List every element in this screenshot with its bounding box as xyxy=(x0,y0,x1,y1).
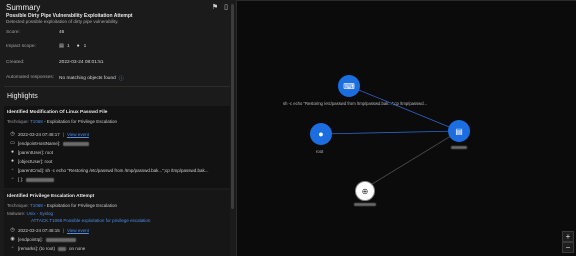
technique-link[interactable]: T1068 xyxy=(30,203,43,208)
view-event-link[interactable]: View event xyxy=(67,228,89,233)
endpoint-ip-row: ◉ [endpointIp]: xyxy=(10,237,76,242)
event-time-row: ◷ 2022-03-24 07:48:15 | View event xyxy=(10,227,89,234)
separator: | xyxy=(62,132,64,137)
remarks-label: [remarks]: (to root) xyxy=(18,246,56,251)
flag-icon[interactable]: ⚑ xyxy=(212,4,218,12)
technique-line: Technique: T1068 - Exploitation for Priv… xyxy=(7,119,117,124)
zoom-in-button[interactable]: + xyxy=(562,231,574,242)
parent-user-value: [parentUser]: root xyxy=(18,150,54,155)
zoom-out-button[interactable]: − xyxy=(562,242,574,253)
panel-scrollbar[interactable] xyxy=(231,4,234,209)
globe-icon: ◉ xyxy=(10,236,15,242)
parent-cmd-value: [parentCmd]: sh -c echo "Restoring /etc/… xyxy=(18,168,209,173)
score-value: 46 xyxy=(59,30,65,35)
highlight-card: Identified Privilege Escalation Attempt … xyxy=(4,190,230,256)
user-icon: ● xyxy=(318,129,324,139)
technique-link[interactable]: T1068 xyxy=(30,119,43,124)
endpoint-icon: ▤ xyxy=(59,43,64,49)
highlights-heading: Highlights xyxy=(7,93,38,100)
created-label: Created: xyxy=(6,60,25,65)
parent-cmd-row: ▫ [parentCmd]: sh -c echo "Restoring /et… xyxy=(10,167,209,174)
technique-label: Technique: xyxy=(7,119,29,124)
terminal-icon: ▫ xyxy=(11,167,14,173)
header-icons: ⚑ ▯ xyxy=(212,4,228,12)
endpoint-ip-label: [endpointIp]: xyxy=(18,237,43,242)
clock-icon: ◷ xyxy=(10,131,15,137)
graph-canvas[interactable] xyxy=(237,0,576,256)
event-time: 2022-03-24 07:48:15 xyxy=(18,228,60,233)
object-user-value: [objectUser]: root xyxy=(18,159,53,164)
user-icon: ● xyxy=(10,158,15,164)
highlight-title: Identified Privilege Escalation Attempt xyxy=(7,194,95,199)
responses-text: No matching objects found xyxy=(59,76,116,81)
process-node-label: sh -c echo "Restoring /etc/passwd from /… xyxy=(283,101,428,106)
malware-detail: ATTACK.T1068 Possible exploitation for p… xyxy=(31,218,150,223)
malware-detail-link[interactable]: ATTACK.T1068 Possible exploitation for p… xyxy=(31,218,150,223)
redacted-value xyxy=(26,177,55,182)
malware-label: Malware: xyxy=(7,211,26,216)
ip-node[interactable]: ⊕ xyxy=(355,181,375,201)
technique-name: - Exploitation for Privilege Escalation xyxy=(42,119,118,124)
endpoint-hostname-row: ▭ [endpointHostName]: xyxy=(10,140,90,146)
malware-link[interactable]: Unix - Syslog xyxy=(27,211,54,216)
object-user-row: ● [objectUser]: root xyxy=(10,158,53,165)
user-node[interactable]: ● xyxy=(310,123,332,145)
impact-scope-label: Impact scope: xyxy=(6,44,36,49)
user-icon: ● xyxy=(10,149,15,155)
created-value: 2022-03-24 08:01:51 xyxy=(59,60,104,65)
process-node[interactable]: ⌨ xyxy=(338,75,360,97)
automated-responses-value: No matching objects found ⓘ xyxy=(59,75,124,82)
highlight-card: Identified Modification Of Linux Passwd … xyxy=(4,106,230,188)
endpoint-icon: ▤ xyxy=(455,126,463,136)
terminal-icon: ⌨ xyxy=(343,81,355,91)
impact-scope-value: ▤ 1 ● 1 xyxy=(59,43,87,50)
automated-responses-label: Automated responses: xyxy=(6,75,54,80)
redacted-value xyxy=(63,141,90,146)
parent-user-row: ● [parentUser]: root xyxy=(10,149,54,156)
host-node-label-redacted xyxy=(451,146,467,149)
impact-endpoints-count[interactable]: 1 xyxy=(67,44,70,49)
technique-label: Technique: xyxy=(7,203,29,208)
redacted-value xyxy=(45,237,76,242)
panel-title: Summary xyxy=(6,3,41,12)
extra-row: ▫ [ ]: xyxy=(10,176,55,182)
terminal-icon: ▫ xyxy=(11,245,14,251)
redacted-value xyxy=(58,246,67,251)
top-border xyxy=(237,0,576,1)
info-icon[interactable]: ⓘ xyxy=(119,75,124,82)
divider xyxy=(4,86,230,87)
separator: | xyxy=(62,228,64,233)
score-label: Score: xyxy=(6,30,20,35)
document-icon[interactable]: ▯ xyxy=(224,4,228,12)
event-time-row: ◷ 2022-03-24 07:48:17 | View event xyxy=(10,131,89,138)
ip-node-label-redacted xyxy=(354,203,376,206)
endpoint-hostname-label: [endpointHostName]: xyxy=(18,141,61,146)
terminal-icon: ▫ xyxy=(11,176,14,182)
host-node[interactable]: ▤ xyxy=(448,120,470,142)
remarks-suffix: on none xyxy=(69,246,86,251)
remarks-row: ▫ [remarks]: (to root) on none xyxy=(10,245,86,252)
user-node-label: root xyxy=(316,149,324,154)
highlight-title: Identified Modification Of Linux Passwd … xyxy=(7,110,108,115)
event-time: 2022-03-24 07:48:17 xyxy=(18,132,60,137)
host-icon: ▭ xyxy=(10,140,15,146)
technique-line: Technique: T1068 - Exploitation for Priv… xyxy=(7,203,117,208)
globe-icon: ⊕ xyxy=(361,186,369,196)
alert-description: Detected possible exploitation of dirty … xyxy=(6,18,119,24)
malware-line: Malware: Unix - Syslog xyxy=(7,211,53,216)
impact-users-count[interactable]: 1 xyxy=(84,44,87,49)
clock-icon: ◷ xyxy=(10,227,15,233)
user-icon: ● xyxy=(76,43,80,49)
extra-label: [ ]: xyxy=(18,177,24,182)
view-event-link[interactable]: View event xyxy=(67,132,89,137)
technique-name: - Exploitation for Privilege Escalation xyxy=(42,203,118,208)
summary-panel: Summary ⚑ ▯ Possible Dirty Pipe Vulnerab… xyxy=(0,0,237,256)
